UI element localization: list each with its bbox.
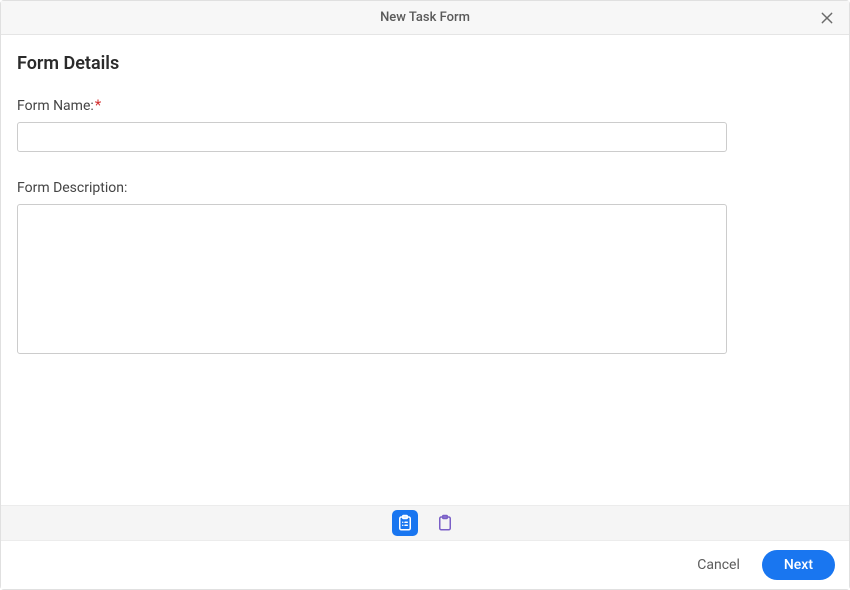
dialog-footer: Cancel Next	[1, 541, 849, 589]
dialog-header: New Task Form	[1, 1, 849, 35]
form-name-label: Form Name:	[17, 98, 94, 114]
required-indicator: *	[95, 98, 101, 113]
form-description-input[interactable]	[17, 204, 727, 354]
form-name-input[interactable]	[17, 122, 727, 152]
field-group-form-name: Form Name: *	[17, 98, 833, 152]
step-form-details[interactable]	[392, 510, 418, 536]
cancel-button[interactable]: Cancel	[693, 551, 744, 579]
field-group-form-description: Form Description:	[17, 180, 833, 358]
close-icon	[819, 10, 835, 26]
clipboard-icon	[436, 514, 454, 532]
wizard-stepper	[1, 505, 849, 541]
dialog-title: New Task Form	[380, 10, 470, 25]
close-button[interactable]	[815, 6, 839, 30]
new-task-form-dialog: New Task Form Form Details Form Name: * …	[0, 0, 850, 590]
step-form-fields[interactable]	[432, 510, 458, 536]
form-description-label: Form Description:	[17, 180, 127, 196]
section-heading-form-details: Form Details	[17, 53, 833, 74]
dialog-body: Form Details Form Name: * Form Descripti…	[1, 35, 849, 505]
form-name-label-row: Form Name: *	[17, 98, 833, 114]
next-button[interactable]: Next	[762, 550, 835, 580]
clipboard-list-icon	[396, 514, 414, 532]
form-description-label-row: Form Description:	[17, 180, 833, 196]
